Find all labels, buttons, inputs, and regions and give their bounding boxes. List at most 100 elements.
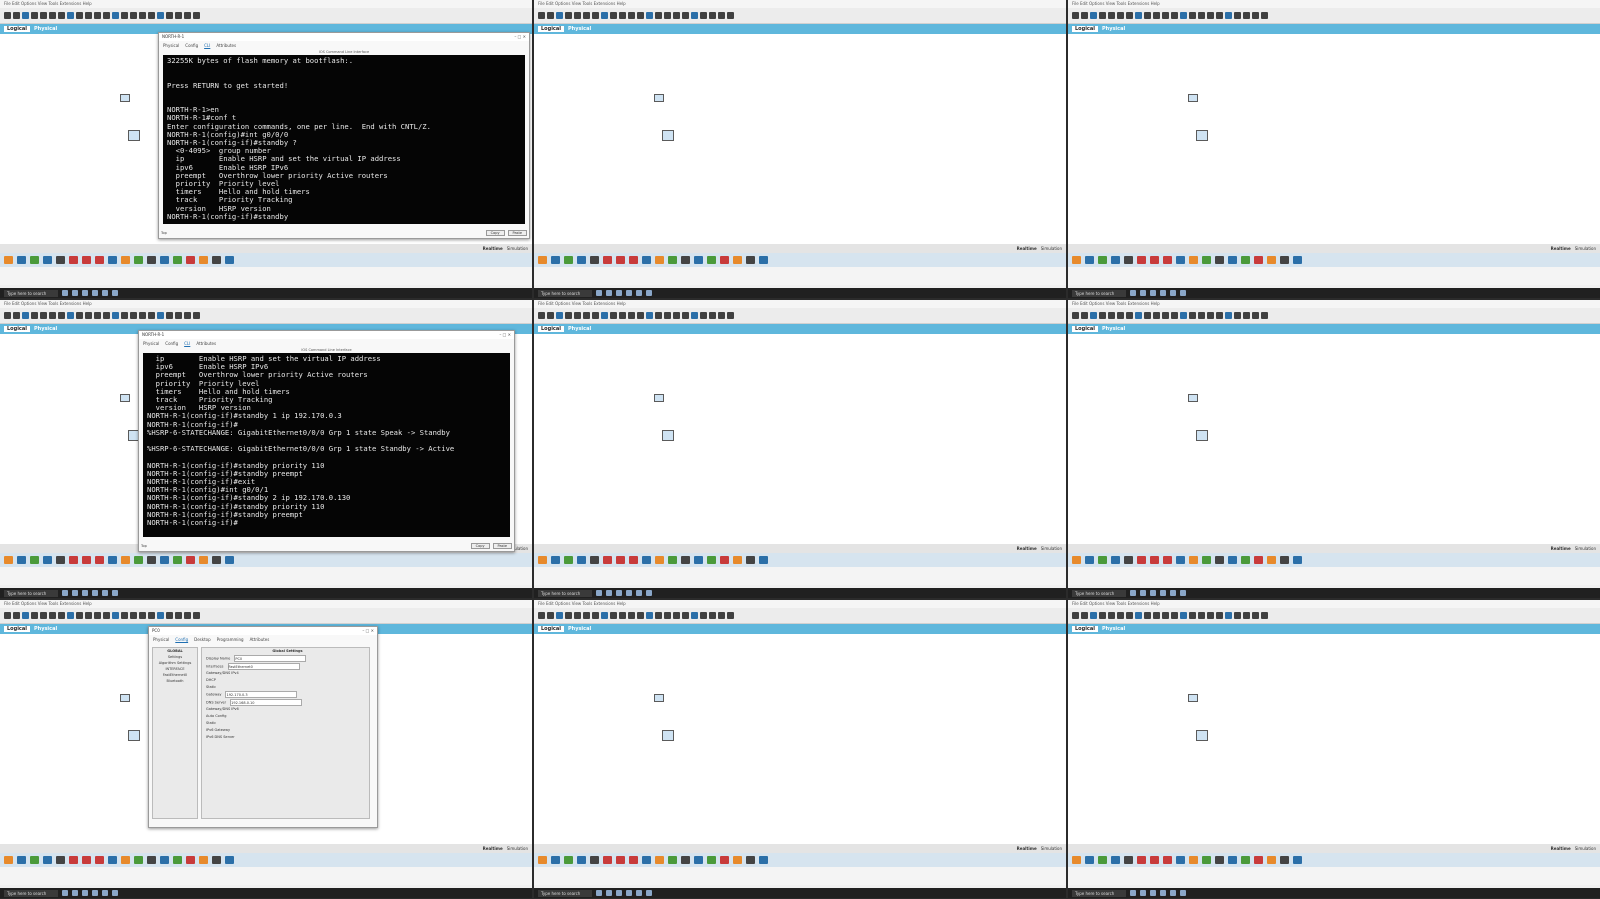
toolbar-icon[interactable] — [67, 612, 74, 619]
copy-button[interactable]: Copy — [470, 543, 490, 549]
toolbar-icon[interactable] — [166, 12, 173, 19]
device-category-icon[interactable] — [134, 856, 143, 864]
toolbar-icon[interactable] — [1108, 12, 1115, 19]
toolbar-icon[interactable] — [682, 12, 689, 19]
taskbar-app-icon[interactable] — [112, 890, 119, 896]
device-category-icon[interactable] — [199, 856, 208, 864]
simulation-mode[interactable]: Simulation — [1575, 546, 1596, 551]
window-title-bar[interactable]: PC0 – □ ✕ — [149, 627, 377, 635]
top-checkbox-label[interactable]: Top — [141, 544, 147, 548]
device-category-icon[interactable] — [564, 556, 573, 564]
device-category-icon[interactable] — [629, 256, 638, 264]
device-category-icon[interactable] — [1215, 556, 1224, 564]
toolbar-icon[interactable] — [13, 12, 20, 19]
tab-physical[interactable]: Physical — [568, 26, 591, 32]
device-category-icon[interactable] — [707, 856, 716, 864]
device-category-icon[interactable] — [668, 256, 677, 264]
device-category-icon[interactable] — [212, 856, 221, 864]
taskbar-app-icon[interactable] — [1170, 590, 1177, 596]
taskbar-search[interactable]: Type here to search — [1072, 889, 1127, 897]
toolbar-icon[interactable] — [1126, 12, 1133, 19]
device-category-icon[interactable] — [668, 856, 677, 864]
device-tab-attributes[interactable]: Attributes — [216, 43, 236, 48]
device-category-icon[interactable] — [1072, 856, 1081, 864]
device-category-icon[interactable] — [577, 856, 586, 864]
device-category-icon[interactable] — [82, 256, 91, 264]
taskbar-search[interactable]: Type here to search — [1072, 589, 1127, 597]
toolbar-icon[interactable] — [22, 312, 29, 319]
device-category-icon[interactable] — [668, 556, 677, 564]
pc-device-icon[interactable] — [662, 430, 674, 441]
toolbar-icon[interactable] — [682, 312, 689, 319]
device-category-icon[interactable] — [616, 256, 625, 264]
router-device-icon[interactable] — [1188, 94, 1198, 102]
pc-device-icon[interactable] — [662, 130, 674, 141]
logical-workspace[interactable] — [1068, 34, 1600, 244]
simulation-mode[interactable]: Simulation — [507, 246, 528, 251]
device-category-icon[interactable] — [1085, 856, 1094, 864]
window-controls[interactable]: – □ ✕ — [362, 627, 374, 635]
toolbar-icon[interactable] — [1108, 312, 1115, 319]
toolbar-icon[interactable] — [103, 312, 110, 319]
toolbar-icon[interactable] — [13, 312, 20, 319]
toolbar-icon[interactable] — [538, 12, 545, 19]
device-category-icon[interactable] — [147, 256, 156, 264]
device-category-icon[interactable] — [694, 856, 703, 864]
device-category-icon[interactable] — [681, 256, 690, 264]
device-category-icon[interactable] — [225, 856, 234, 864]
toolbar-icon[interactable] — [175, 612, 182, 619]
toolbar-icon[interactable] — [574, 612, 581, 619]
taskbar-search[interactable]: Type here to search — [538, 589, 593, 597]
toolbar-icon[interactable] — [1135, 312, 1142, 319]
toolbar-icon[interactable] — [121, 612, 128, 619]
toolbar-icon[interactable] — [682, 612, 689, 619]
toolbar-icon[interactable] — [1216, 12, 1223, 19]
taskbar-app-icon[interactable] — [102, 290, 109, 296]
device-category-icon[interactable] — [733, 256, 742, 264]
taskbar-app-icon[interactable] — [606, 290, 613, 296]
toolbar-icon[interactable] — [85, 312, 92, 319]
taskbar-app-icon[interactable] — [102, 890, 109, 896]
toolbar-icon[interactable] — [157, 12, 164, 19]
toolbar-icon[interactable] — [31, 12, 38, 19]
tab-logical[interactable]: Logical — [4, 26, 30, 32]
device-category-icon[interactable] — [69, 556, 78, 564]
device-category-icon[interactable] — [30, 256, 39, 264]
toolbar-icon[interactable] — [727, 312, 734, 319]
toolbar-icon[interactable] — [1225, 312, 1232, 319]
toolbar-icon[interactable] — [610, 612, 617, 619]
toolbar-icon[interactable] — [130, 612, 137, 619]
toolbar-icon[interactable] — [637, 12, 644, 19]
toolbar-icon[interactable] — [547, 612, 554, 619]
toolbar-icon[interactable] — [1261, 612, 1268, 619]
taskbar-app-icon[interactable] — [1180, 890, 1187, 896]
device-category-icon[interactable] — [69, 856, 78, 864]
device-category-icon[interactable] — [30, 556, 39, 564]
device-category-icon[interactable] — [1254, 556, 1263, 564]
toolbar-icon[interactable] — [691, 612, 698, 619]
toolbar-icon[interactable] — [592, 312, 599, 319]
toolbar-icon[interactable] — [1099, 12, 1106, 19]
taskbar-app-icon[interactable] — [1150, 590, 1157, 596]
device-category-icon[interactable] — [707, 556, 716, 564]
device-category-icon[interactable] — [108, 856, 117, 864]
toolbar-icon[interactable] — [76, 612, 83, 619]
device-category-icon[interactable] — [616, 856, 625, 864]
device-category-icon[interactable] — [1137, 856, 1146, 864]
pc-device-icon[interactable] — [128, 130, 140, 141]
toolbar-icon[interactable] — [112, 612, 119, 619]
toolbar-icon[interactable] — [40, 612, 47, 619]
device-category-icon[interactable] — [603, 256, 612, 264]
device-category-icon[interactable] — [1215, 256, 1224, 264]
toolbar-icon[interactable] — [709, 12, 716, 19]
device-category-icon[interactable] — [212, 256, 221, 264]
device-category-icon[interactable] — [655, 256, 664, 264]
device-category-icon[interactable] — [590, 256, 599, 264]
toolbar-icon[interactable] — [727, 12, 734, 19]
device-category-icon[interactable] — [17, 256, 26, 264]
toolbar-icon[interactable] — [1126, 612, 1133, 619]
device-category-icon[interactable] — [1267, 256, 1276, 264]
device-category-icon[interactable] — [1241, 556, 1250, 564]
taskbar-app-icon[interactable] — [82, 290, 89, 296]
taskbar-app-icon[interactable] — [646, 890, 653, 896]
